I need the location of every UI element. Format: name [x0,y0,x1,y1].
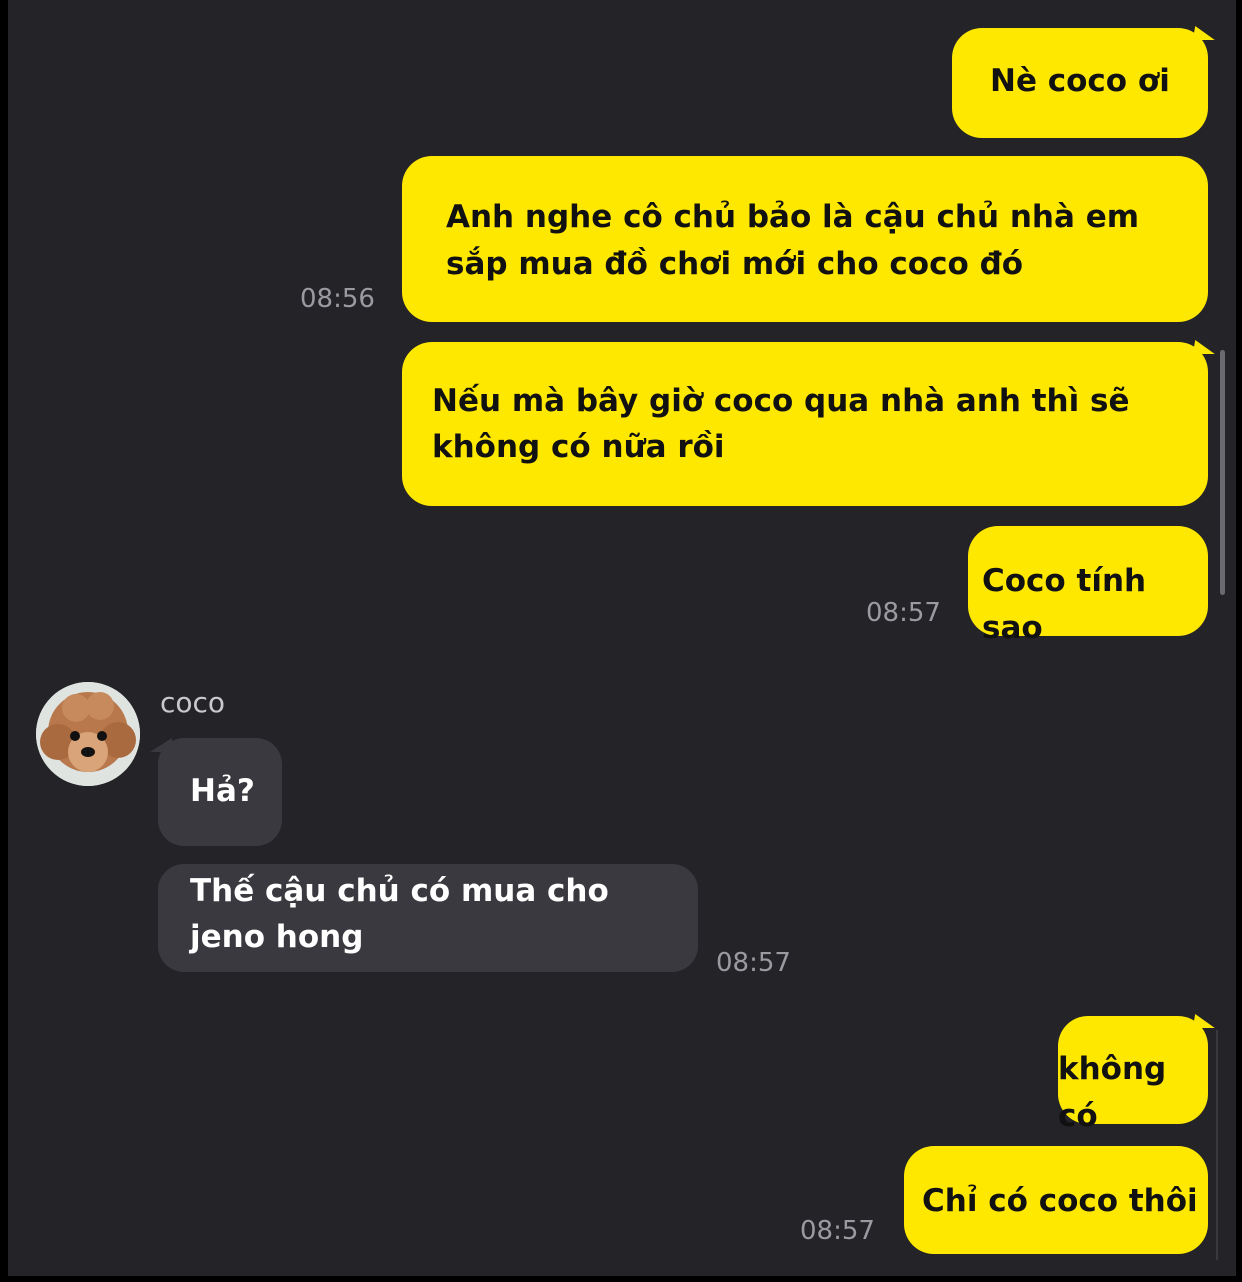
message-text: Chỉ có coco thôi [922,1183,1198,1219]
right-frame-edge [1236,0,1242,1282]
bottom-frame-edge [0,1276,1242,1282]
outgoing-message-3[interactable]: Nếu mà bây giờ coco qua nhà anh thì sẽ k… [402,342,1208,506]
message-text: Anh nghe cô chủ bảo là cậu chủ nhà em sắ… [446,199,1140,282]
scrollbar-thumb[interactable] [1220,350,1225,595]
sender-name: coco [160,686,226,719]
message-text: không có [1058,1051,1167,1134]
left-frame-edge [0,0,8,1282]
message-text: Thế cậu chủ có mua cho jeno hong [190,873,609,955]
poodle-face-icon [36,682,140,786]
message-timestamp: 08:57 [800,1216,875,1246]
message-timestamp: 08:57 [716,948,791,978]
outgoing-message-2[interactable]: Anh nghe cô chủ bảo là cậu chủ nhà em sắ… [402,156,1208,322]
outgoing-message-1[interactable]: Nè coco ơi [952,28,1208,138]
outgoing-message-6[interactable]: Chỉ có coco thôi [904,1146,1208,1254]
message-timestamp: 08:56 [300,284,375,314]
message-text: Hả? [190,773,255,809]
scroll-track-line [1216,1030,1218,1260]
outgoing-message-5[interactable]: không có [1058,1016,1208,1134]
message-text: Nếu mà bây giờ coco qua nhà anh thì sẽ k… [432,383,1130,465]
incoming-message-1[interactable]: Hả? [150,738,282,846]
outgoing-message-4[interactable]: Coco tính sao [968,526,1208,646]
message-text: Coco tính sao [982,563,1147,646]
incoming-message-2[interactable]: Thế cậu chủ có mua cho jeno hong [158,864,698,972]
message-text: Nè coco ơi [990,63,1170,99]
message-timestamp: 08:57 [866,598,941,628]
poodle-avatar-icon[interactable] [36,682,140,786]
